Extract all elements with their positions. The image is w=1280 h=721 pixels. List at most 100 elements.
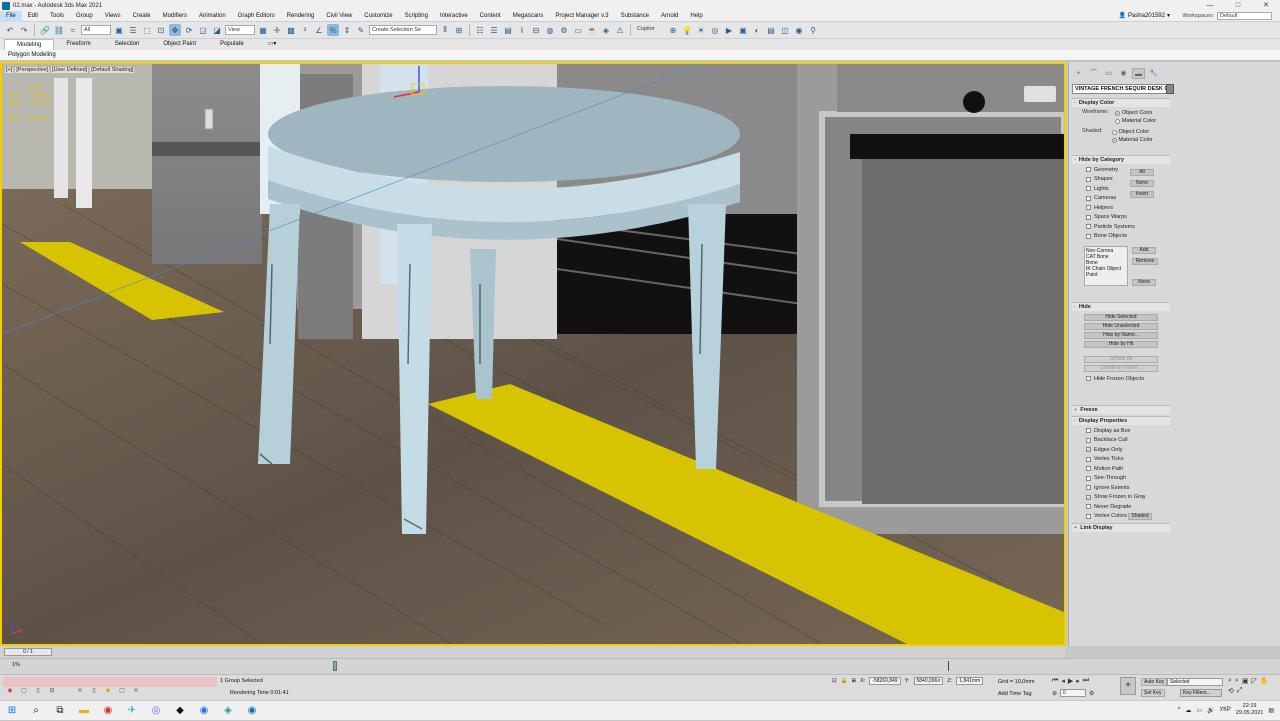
spinner-snap-icon[interactable]: ⇕ xyxy=(341,24,353,36)
tab-object-paint[interactable]: Object Paint xyxy=(151,39,208,50)
link-icon[interactable]: 🔗 xyxy=(39,24,51,36)
object-name-field[interactable]: VINTAGE FRENCH SEQUIR DESK C xyxy=(1072,84,1168,94)
go-to-end-icon[interactable]: ⏭ xyxy=(1083,677,1089,685)
menu-file[interactable]: File xyxy=(0,10,22,22)
hide-shapes-checkbox[interactable]: Shapes xyxy=(1086,175,1170,185)
file-explorer-icon[interactable]: ▬ xyxy=(72,701,96,721)
cloud-icon[interactable]: ☁ xyxy=(1185,707,1191,714)
viewcube[interactable] xyxy=(1024,86,1056,102)
hide-unselected-button[interactable]: Hide Unselected xyxy=(1084,323,1158,330)
lightbulb-icon[interactable]: ⚲ xyxy=(807,24,819,36)
mirror-icon[interactable]: ⫴ xyxy=(439,24,451,36)
browser-icon[interactable]: ◉ xyxy=(192,701,216,721)
curve-editor-icon[interactable]: ⌇ xyxy=(516,24,528,36)
layer-explorer-icon[interactable]: ☰ xyxy=(488,24,500,36)
camera-icon[interactable]: ◎ xyxy=(709,24,721,36)
all-button[interactable]: All xyxy=(1130,169,1154,176)
maximize-button[interactable]: □ xyxy=(1224,0,1252,11)
display-property-checkbox[interactable]: See-Through xyxy=(1086,474,1170,484)
unhide-all-button[interactable]: Unhide All xyxy=(1084,356,1158,363)
rect-region-icon[interactable]: ⬚ xyxy=(141,24,153,36)
hide-bone-objects-checkbox[interactable]: Bone Objects xyxy=(1086,232,1170,242)
isolate-icon[interactable]: ⊡ xyxy=(832,678,837,684)
zoom-all-icon[interactable]: ⌕ xyxy=(1235,677,1239,685)
smiley-icon[interactable]: ☻ xyxy=(102,686,114,696)
menu-customize[interactable]: Customize xyxy=(358,11,398,22)
interactive-render-icon[interactable]: ▶ xyxy=(723,24,735,36)
render-setup-icon[interactable]: ⚙ xyxy=(558,24,570,36)
menu-graph-editors[interactable]: Graph Editors xyxy=(232,11,281,22)
menu-views[interactable]: Views xyxy=(99,11,127,22)
fov-icon[interactable]: ◸ xyxy=(1251,677,1256,685)
keyboard-language[interactable]: УКР xyxy=(1219,707,1230,713)
vertex-colors-shaded-button[interactable]: Shaded xyxy=(1128,513,1152,520)
ribbon-panel-polygon-modeling[interactable]: Polygon Modeling xyxy=(0,50,1280,61)
menu-scripting[interactable]: Scripting xyxy=(399,11,434,22)
user-account[interactable]: 👤 Pasha201592 ▾ xyxy=(1118,11,1170,22)
menu-modifiers[interactable]: Modifiers xyxy=(157,11,193,22)
display-property-checkbox[interactable]: Ignore Extents xyxy=(1086,483,1170,493)
next-frame-icon[interactable]: ▸ xyxy=(1076,677,1080,685)
unlink-icon[interactable]: ⛓ xyxy=(53,24,65,36)
3dsmax-icon[interactable]: ◉ xyxy=(240,701,264,721)
move-icon[interactable]: ✥ xyxy=(169,24,181,36)
add-time-tag[interactable]: Add Time Tag xyxy=(998,691,1032,697)
display-color-header[interactable]: - Display Color xyxy=(1072,98,1170,107)
hide-by-name-button[interactable]: Hide by Name... xyxy=(1084,332,1158,339)
maximize-viewport-icon[interactable]: ⤢ xyxy=(1237,687,1243,695)
list-none-button[interactable]: None xyxy=(1132,279,1156,286)
menu-group[interactable]: Group xyxy=(70,11,99,22)
minimize-button[interactable]: — xyxy=(1196,0,1224,11)
undo-icon[interactable]: ↶ xyxy=(4,24,16,36)
warning-icon[interactable]: ⚠ xyxy=(614,24,626,36)
speaker-icon[interactable]: 🔊 xyxy=(1207,707,1214,714)
shaded-object-color-radio[interactable]: Object Color xyxy=(1111,128,1153,136)
material-editor-icon[interactable]: ◍ xyxy=(544,24,556,36)
edit-named-selection-icon[interactable]: ✎ xyxy=(355,24,367,36)
add-button[interactable]: Add xyxy=(1132,247,1156,254)
hierarchy-tab-icon[interactable]: ▭ xyxy=(1102,68,1115,79)
telegram-icon[interactable]: ✈ xyxy=(120,701,144,721)
hide-header[interactable]: - Hide xyxy=(1072,302,1170,311)
epic-icon[interactable]: ◆ xyxy=(168,701,192,721)
close-icon[interactable]: ✕ xyxy=(74,686,86,696)
toggle-ribbon-icon[interactable]: ▤ xyxy=(502,24,514,36)
redo-icon[interactable]: ↷ xyxy=(18,24,30,36)
viewport-menu[interactable]: [+] xyxy=(5,67,14,73)
snaps-toggle-icon[interactable]: ³ xyxy=(299,24,311,36)
hide-by-category-header[interactable]: - Hide by Category xyxy=(1072,155,1170,164)
chrome-icon[interactable]: ◉ xyxy=(96,701,120,721)
menu-substance[interactable]: Substance xyxy=(615,11,655,22)
menu-interactive[interactable]: Interactive xyxy=(434,11,474,22)
selection-filter[interactable]: All xyxy=(81,25,111,35)
shaded-material-color-radio[interactable]: Material Color xyxy=(1111,136,1153,144)
menu-help[interactable]: Help xyxy=(684,11,708,22)
motion-tab-icon[interactable]: ◉ xyxy=(1117,68,1130,79)
wireframe-object-color-radio[interactable]: Object Color xyxy=(1114,109,1156,117)
freeze-header[interactable]: + Freeze xyxy=(1072,405,1170,414)
window-crossing-icon[interactable]: ⊡ xyxy=(155,24,167,36)
notifications-icon[interactable]: ▤ xyxy=(1268,707,1274,714)
utilities-tab-icon[interactable]: 🔧 xyxy=(1147,68,1160,79)
wireframe-material-color-radio[interactable]: Material Color xyxy=(1114,117,1156,125)
align-icon[interactable]: ⊞ xyxy=(453,24,465,36)
set-key-icon[interactable]: + xyxy=(1120,677,1136,695)
orbit-icon[interactable]: ⟲ xyxy=(1228,687,1234,695)
object-color-swatch[interactable] xyxy=(1166,84,1174,94)
hide-helpers-checkbox[interactable]: Helpers xyxy=(1086,203,1170,213)
close-icon[interactable]: ✕ xyxy=(130,686,142,696)
layers-icon[interactable]: ◈ xyxy=(600,24,612,36)
zoom-icon[interactable]: ⌕ xyxy=(1228,677,1232,685)
menu-civil-view[interactable]: Civil View xyxy=(320,11,358,22)
menu-project-manager[interactable]: Project Manager v.3 xyxy=(549,11,614,22)
current-frame-field[interactable]: 0 xyxy=(1060,689,1087,697)
clock[interactable]: 22:19 29.05.2021 xyxy=(1236,703,1264,717)
window-icon[interactable]: ▢ xyxy=(18,686,30,696)
reference-coordinate-select[interactable]: View xyxy=(225,25,255,35)
hide-selected-button[interactable]: Hide Selected xyxy=(1084,314,1158,321)
go-to-start-icon[interactable]: ⏮ xyxy=(1052,677,1058,685)
hide-particle-systems-checkbox[interactable]: Particle Systems xyxy=(1086,222,1170,232)
display-tab-icon[interactable]: ▬ xyxy=(1132,68,1145,79)
frame-buffer-icon[interactable]: ▣ xyxy=(737,24,749,36)
app-icon[interactable]: ◈ xyxy=(216,701,240,721)
